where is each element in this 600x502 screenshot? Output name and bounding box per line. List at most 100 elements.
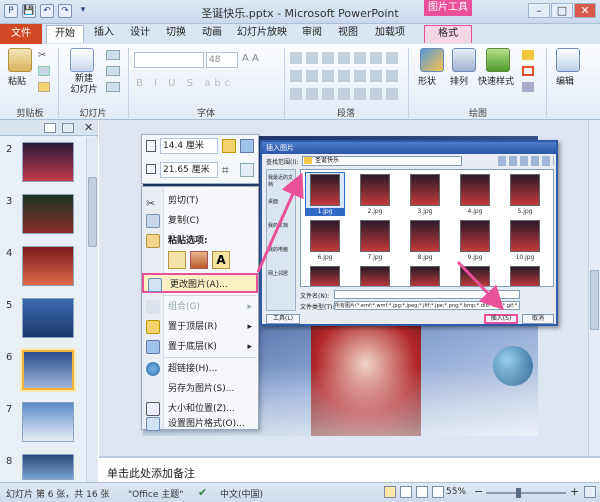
spellcheck-icon[interactable]: ✔ (198, 486, 210, 499)
section-icon[interactable] (106, 82, 120, 92)
workspace-scroll-thumb[interactable] (590, 270, 599, 330)
panel-scrollbar[interactable] (86, 137, 98, 482)
edit-label[interactable]: 编辑 (556, 74, 574, 87)
fill-icon[interactable] (522, 50, 534, 60)
slide-thumbnail-selected[interactable] (20, 348, 76, 392)
direction-icons[interactable] (290, 88, 400, 100)
slide-thumbnail[interactable] (22, 194, 74, 234)
file-name[interactable]: 9.jpg (455, 254, 495, 261)
font-name-box[interactable] (134, 52, 204, 68)
file-name[interactable]: 2.jpg (355, 208, 395, 215)
menu-item-format-picture[interactable]: 设置图片格式(O)... (142, 417, 258, 431)
file-thumbnail[interactable] (310, 220, 340, 252)
file-thumbnail[interactable] (410, 220, 440, 252)
file-name[interactable]: 10.jpg (505, 254, 545, 261)
reset-icon[interactable] (106, 66, 120, 76)
file-thumbnail[interactable] (410, 174, 440, 206)
menu-item-size-position[interactable]: 大小和位置(Z)... (142, 399, 258, 419)
maximize-button[interactable]: □ (551, 3, 573, 18)
zoom-level[interactable]: 55% (446, 487, 466, 497)
effects-icon[interactable] (522, 82, 534, 92)
tab-slideshow[interactable]: 幻灯片放映 (232, 25, 292, 43)
file-thumbnail[interactable] (460, 266, 490, 286)
close-panel-icon[interactable]: ✕ (84, 121, 93, 134)
menu-item-save-as-picture[interactable]: 另存为图片(S)... (142, 379, 258, 399)
reading-view-icon[interactable] (416, 486, 428, 498)
align-icons[interactable] (290, 70, 400, 82)
send-backward-icon[interactable] (240, 139, 254, 153)
menu-item-hyperlink[interactable]: 超链接(H)... (142, 359, 258, 379)
file-name[interactable]: 8.jpg (405, 254, 445, 261)
tab-insert[interactable]: 插入 (88, 25, 120, 43)
cut-icon[interactable]: ✂ (38, 50, 50, 61)
file-name[interactable]: 4.jpg (455, 208, 495, 215)
place-desktop[interactable]: 桌面 (268, 198, 296, 205)
slide-thumbnail[interactable] (22, 402, 74, 442)
place-network[interactable]: 网上邻居 (268, 270, 296, 277)
slideshow-view-icon[interactable] (432, 486, 444, 498)
width-field[interactable]: 21.65 厘米 (160, 162, 218, 178)
file-thumbnail[interactable] (310, 174, 340, 206)
zoom-slider[interactable] (486, 488, 566, 498)
new-slide-icon[interactable] (70, 48, 94, 72)
tab-file[interactable]: 文件 (0, 24, 42, 44)
list-icons[interactable] (290, 52, 400, 64)
dialog-toolbar-icons[interactable] (498, 156, 554, 166)
place-computer[interactable]: 我的电脑 (268, 246, 296, 253)
shape-label[interactable]: 形状 (418, 74, 436, 87)
tab-addins[interactable]: 加载项 (368, 25, 412, 43)
quick-styles-icon[interactable] (486, 48, 510, 72)
font-size-box[interactable]: 48 (206, 52, 238, 68)
filename-input[interactable] (334, 290, 520, 299)
slide-thumbnail[interactable] (22, 246, 74, 286)
language[interactable]: 中文(中国) (220, 487, 263, 500)
styles-icon[interactable] (240, 163, 254, 177)
layout-icon[interactable] (106, 50, 120, 60)
file-thumbnail[interactable] (410, 266, 440, 286)
notes-pane[interactable]: 单击此处添加备注 (99, 456, 600, 482)
menu-item-copy[interactable]: 复制(C) (142, 211, 258, 231)
paste-icon[interactable] (8, 48, 32, 72)
sorter-view-icon[interactable] (400, 486, 412, 498)
file-name[interactable]: 6.jpg (305, 254, 345, 261)
zoom-out-icon[interactable]: − (474, 485, 483, 498)
paste-text-only-icon[interactable]: A (212, 251, 230, 269)
menu-item-bring-to-front[interactable]: 置于顶层(R) ▸ (142, 317, 258, 337)
menu-item-cut[interactable]: ✂ 剪切(T) (142, 191, 258, 211)
panel-scroll-thumb[interactable] (88, 177, 97, 247)
height-field[interactable]: 14.4 厘米 (160, 138, 218, 154)
lookin-dropdown[interactable]: 圣诞快乐 (302, 156, 462, 166)
arrange-icon[interactable] (452, 48, 476, 72)
close-button[interactable]: ✕ (574, 3, 596, 18)
slide-thumbnail[interactable] (22, 454, 74, 480)
slide-thumbnail[interactable] (22, 298, 74, 338)
minimize-button[interactable]: – (528, 3, 550, 18)
file-thumbnail[interactable] (460, 220, 490, 252)
filetype-dropdown[interactable]: 所有图片(*.emf;*.wmf;*.jpg;*.jpeg;*.jfif;*.j… (334, 301, 520, 310)
zoom-in-icon[interactable]: + (570, 485, 579, 498)
tab-format[interactable]: 格式 (424, 25, 472, 43)
edit-icon[interactable] (556, 48, 580, 72)
zoom-slider-thumb[interactable] (516, 488, 521, 498)
crop-icon[interactable]: ⌗ (222, 163, 236, 177)
place-recent[interactable]: 我最近的文档 (268, 174, 296, 188)
workspace-scrollbar[interactable] (588, 120, 600, 456)
cancel-button[interactable]: 取消 (522, 314, 554, 324)
paste-label[interactable]: 粘贴 (8, 74, 26, 87)
file-thumbnail[interactable] (360, 220, 390, 252)
outline-icon[interactable] (522, 66, 534, 76)
tab-view[interactable]: 视图 (332, 25, 364, 43)
shape-icon[interactable] (420, 48, 444, 72)
file-thumbnail[interactable] (360, 266, 390, 286)
file-name[interactable]: 1.jpg (305, 208, 345, 215)
grow-shrink-icon[interactable]: A A (242, 53, 272, 65)
tools-button[interactable]: 工具(L) (266, 314, 300, 324)
bring-forward-icon[interactable] (222, 139, 236, 153)
normal-view-icon[interactable] (384, 486, 396, 498)
font-format-icons[interactable]: B I U S abc (136, 78, 276, 92)
menu-item-send-to-back[interactable]: 置于底层(K) ▸ (142, 337, 258, 357)
file-thumbnail[interactable] (510, 174, 540, 206)
file-thumbnail[interactable] (310, 266, 340, 286)
new-slide-label[interactable]: 新建 幻灯片 (66, 74, 102, 96)
arrange-label[interactable]: 排列 (450, 74, 468, 87)
